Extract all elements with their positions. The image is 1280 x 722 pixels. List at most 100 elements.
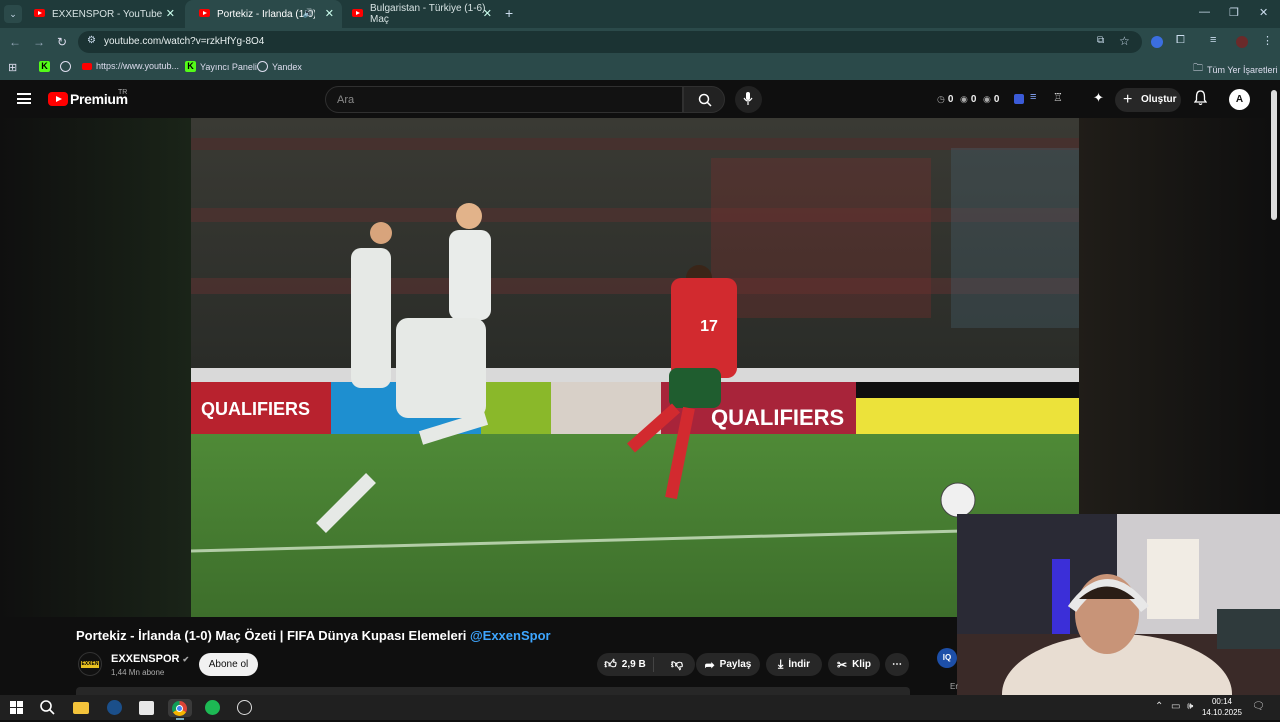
system-clock[interactable]: 00:14 14.10.2025 [1202,696,1242,718]
list-icon[interactable]: ≡ [1030,91,1036,103]
youtube-favicon-icon [34,9,45,17]
youtube-icon [82,62,92,70]
install-app-icon[interactable]: ⧉ [1097,35,1104,46]
search-icon[interactable] [39,699,57,717]
back-icon[interactable]: ← [9,35,21,49]
more-actions-button[interactable]: ⋯ [885,653,909,676]
stat-counter: ◷ 0 [937,94,953,105]
close-window-icon[interactable]: ✕ [1259,6,1268,19]
video-frame: QUALIFIERS QUALIFIERS 17 [191,118,1079,617]
site-info-icon[interactable]: ⚙ [87,35,96,46]
apps-grid-icon[interactable]: ⊞ [8,61,17,74]
notification-center-icon[interactable]: 🗨 [1252,701,1265,712]
search-button[interactable] [683,86,725,113]
obs-icon[interactable] [236,699,254,717]
bookmark-kick[interactable]: K [39,61,50,72]
tab-portekiz-irlanda[interactable]: Portekiz - İrlanda (1-0) Maç 🔊 ✕ [185,0,342,28]
windows-start-icon[interactable] [8,699,26,717]
clock-date: 14.10.2025 [1201,708,1242,717]
like-button[interactable]: 👍︎ 2,9 B [597,657,654,672]
notifications-bell-icon[interactable] [1194,90,1207,106]
restore-icon[interactable]: ❐ [1229,6,1239,19]
trophy-icon[interactable]: ♖ [1053,91,1063,104]
scissors-icon: ✂ [837,657,848,672]
kick-icon: K [185,61,196,72]
video-title-text: Portekiz - İrlanda (1-0) Maç Özeti | FIF… [76,628,470,643]
gamepad-icon[interactable]: ✦ [1093,90,1104,106]
video-player[interactable]: QUALIFIERS QUALIFIERS 17 [191,118,1079,617]
spotify-icon[interactable] [204,699,222,717]
clock-icon: ◷ [937,94,945,104]
media-control-icon[interactable]: ≡ [1210,34,1216,46]
clip-button[interactable]: ✂ Klip [828,653,880,676]
football [940,482,976,518]
exxen-logo-icon: EXXEN [81,661,99,668]
file-explorer-icon[interactable] [73,699,91,717]
stat-value: 0 [947,94,954,105]
subscribe-button[interactable]: Abone ol [199,653,258,676]
tab-exxenspor[interactable]: EXXENSPOR - YouTube ✕ [20,0,183,28]
store-icon[interactable] [138,699,156,717]
share-button[interactable]: ➦ Paylaş [696,653,760,676]
reload-icon[interactable]: ↻ [57,35,67,49]
channel-avatar[interactable]: EXXEN [78,652,102,676]
close-tab-icon[interactable]: ✕ [166,7,175,20]
close-tab-icon[interactable]: ✕ [325,7,334,20]
bookmark-globe[interactable] [60,61,71,72]
profile-avatar-icon[interactable] [1236,36,1248,48]
channel-handle-link[interactable]: @ExxenSpor [470,628,551,643]
search-input[interactable]: Ara [325,86,683,113]
volume-icon[interactable]: 🕪 [1187,701,1193,712]
kick-icon: K [39,61,50,72]
all-bookmarks[interactable]: 🗀 Tüm Yer İşaretleri [1193,61,1278,78]
youtube-favicon-icon [199,9,210,17]
channel-name[interactable]: EXXENSPOR ✔ [111,653,189,665]
address-bar[interactable]: ⚙ youtube.com/watch?v=rzkHfYg-8O4 ⧉ ☆ [78,31,1142,53]
tab-title: Bulgaristan - Türkiye (1-6) Maç [370,3,486,25]
close-tab-icon[interactable]: ✕ [483,7,492,20]
voice-search-button[interactable] [735,86,762,113]
download-button[interactable]: ⤓ İndir [766,653,822,676]
youtube-logo-icon[interactable] [48,92,68,106]
like-count: 2,9 B [621,659,646,670]
tray-overflow-icon[interactable]: ⌃ [1155,701,1163,712]
board-text: QUALIFIERS [711,405,844,430]
forward-icon[interactable]: → [33,35,45,49]
search-placeholder: Ara [337,94,355,106]
tab-bulgaristan-turkiye[interactable]: Bulgaristan - Türkiye (1-6) Maç ✕ [338,0,500,28]
iq-extension-badge[interactable]: IQ [937,648,957,668]
account-avatar[interactable]: A [1229,89,1250,110]
channel-name-text: EXXENSPOR [111,653,180,665]
extension-s-icon[interactable] [1151,36,1163,48]
menu-hamburger-icon[interactable] [17,93,31,104]
bookmarks-bar: ⊞ K https://www.youtub... K Yayıncı Pane… [0,56,1280,80]
minimize-icon[interactable]: — [1199,6,1210,18]
dislike-button[interactable]: 👎︎ [659,657,695,672]
plus-icon: + [1123,91,1133,108]
bookmark-star-icon[interactable]: ☆ [1119,34,1130,48]
verified-icon: ✔ [182,654,190,664]
extension-badge-icon[interactable] [1014,94,1024,104]
clock-time: 00:14 [1211,697,1232,706]
steam-icon[interactable] [106,699,124,717]
stat-counter: ◉ 0 [960,94,976,105]
more-horizontal-icon: ⋯ [892,659,902,670]
extensions-puzzle-icon[interactable]: ⧠ [1176,34,1185,47]
bookmark-yayinci-paneli[interactable]: K Yayıncı Paneli [185,61,257,72]
network-icon[interactable]: ▭ [1171,701,1180,712]
chrome-icon[interactable] [168,699,192,720]
region-code: TR [118,89,128,96]
bookmark-youtube[interactable]: https://www.youtub... [82,61,179,71]
page-scrollbar[interactable] [1271,90,1277,220]
all-bookmarks-label: Tüm Yer İşaretleri [1207,64,1278,75]
description-box[interactable] [76,687,910,695]
share-label: Paylaş [719,659,752,670]
create-button[interactable]: + Oluştur [1115,88,1181,112]
jersey-number: 17 [700,318,718,335]
video-title: Portekiz - İrlanda (1-0) Maç Özeti | FIF… [76,628,551,643]
menu-kebab-icon[interactable]: ⋮ [1262,34,1273,47]
url-text[interactable]: youtube.com/watch?v=rzkHfYg-8O4 [104,36,264,47]
new-tab-button[interactable]: + [505,5,513,21]
bookmark-yandex[interactable]: Yandex [257,61,302,72]
speaker-icon[interactable]: 🔊 [303,8,314,19]
